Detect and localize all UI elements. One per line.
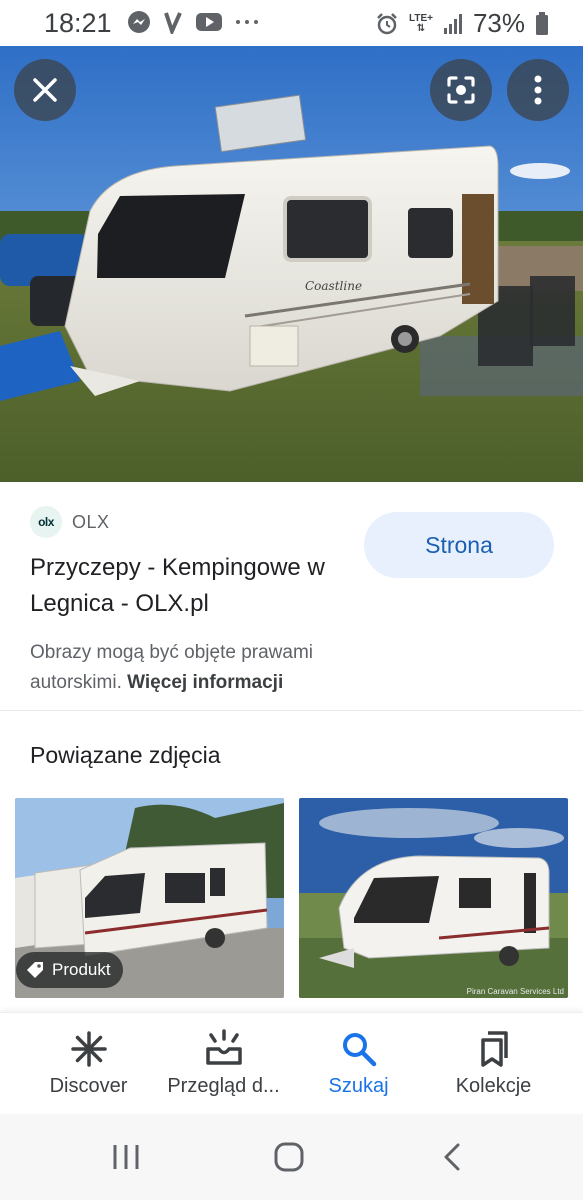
recent-apps-icon (113, 1145, 139, 1169)
messenger-icon (128, 11, 150, 33)
back-icon (444, 1143, 460, 1171)
battery-percent: 73% (472, 8, 525, 38)
nav-updates[interactable]: Przegląd d... (151, 1013, 296, 1115)
nav-updates-label: Przegląd d... (167, 1075, 280, 1097)
source-name: OLX (72, 511, 110, 532)
copyright-notice: Obrazy mogą być objęte prawami autorskim… (30, 638, 400, 698)
more-options-button[interactable] (507, 59, 569, 121)
more-vert-icon (534, 75, 542, 105)
bookmarks-icon (480, 1031, 508, 1067)
nav-collections-label: Kolekcje (455, 1075, 532, 1097)
signal-icon (443, 13, 462, 34)
watermark-text: Piran Caravan Services Ltd (466, 987, 564, 996)
lens-icon (447, 76, 475, 104)
close-icon (33, 78, 57, 102)
youtube-icon (196, 13, 222, 31)
visit-site-button[interactable]: Strona (364, 512, 554, 578)
product-chip: Produkt (16, 952, 123, 988)
home-icon (274, 1142, 304, 1172)
source-row[interactable]: olx OLX (30, 506, 110, 538)
lens-button[interactable] (430, 59, 492, 121)
nav-search-label: Szukaj (328, 1075, 389, 1097)
nav-collections[interactable]: Kolekcje (421, 1013, 566, 1115)
back-button[interactable] (437, 1140, 467, 1174)
main-image[interactable]: Coastline (0, 46, 583, 482)
nav-search[interactable]: Szukaj (286, 1013, 431, 1115)
olx-logo: olx (30, 506, 62, 538)
network-indicator: LTE+ ⇅ (408, 12, 433, 34)
more-dots-icon (236, 20, 258, 24)
recent-apps-button[interactable] (108, 1140, 144, 1174)
tag-icon (27, 962, 43, 978)
status-right: LTE+ ⇅ 73% (375, 8, 549, 39)
result-title[interactable]: Przyczepy - Kempingowe w Legnica - OLX.p… (30, 550, 360, 622)
home-button[interactable] (270, 1140, 308, 1174)
status-notification-icons (127, 10, 259, 34)
asterisk-icon (70, 1031, 107, 1067)
caravan-brand-text: Coastline (305, 279, 362, 293)
related-images-heading: Powiązane zdjęcia (30, 742, 221, 768)
system-navigation-bar (0, 1114, 583, 1200)
olx-logo-text: olx (38, 515, 54, 529)
nav-discover-label: Discover (49, 1075, 128, 1097)
bottom-navigation: Discover Przegląd d... Szukaj Kolekcje (0, 1012, 583, 1114)
related-photo-2 (299, 798, 568, 998)
status-time: 18:21 (44, 8, 112, 38)
network-type: LTE+ (408, 12, 433, 24)
nav-discover[interactable]: Discover (16, 1013, 161, 1115)
more-info-link[interactable]: Więcej informacji (127, 672, 283, 693)
vinted-icon (164, 12, 182, 34)
caravan-photo: Coastline (0, 46, 583, 482)
data-arrows-icon: ⇅ (416, 22, 426, 34)
search-icon (342, 1033, 376, 1067)
related-image-2[interactable]: Piran Caravan Services Ltd (299, 798, 568, 998)
updates-icon (205, 1029, 242, 1065)
close-button[interactable] (14, 59, 76, 121)
divider (0, 710, 583, 711)
battery-icon (536, 11, 548, 35)
product-chip-label: Produkt (52, 960, 111, 979)
status-bar: 18:21 LTE+ ⇅ 73% (0, 0, 583, 46)
alarm-icon (377, 12, 397, 34)
